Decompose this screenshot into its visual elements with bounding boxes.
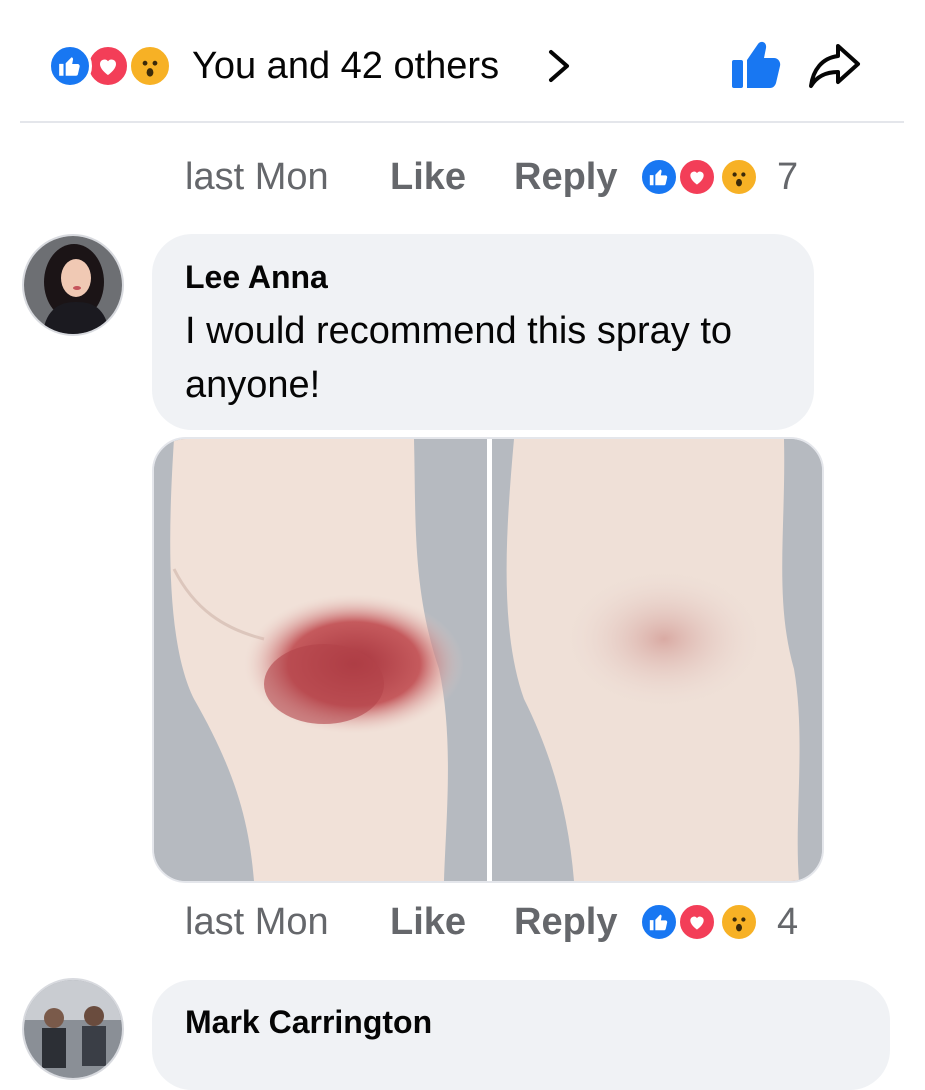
comment-timestamp: last Mon xyxy=(185,156,329,198)
reply-button[interactable]: Reply xyxy=(514,152,617,202)
wow-reaction-icon xyxy=(719,902,759,942)
comment-bubble: Mark Carrington xyxy=(152,980,890,1090)
comment-author[interactable]: Lee Anna xyxy=(185,259,328,296)
reply-button[interactable]: Reply xyxy=(514,897,617,947)
like-reaction-icon xyxy=(639,902,679,942)
share-arrow-icon[interactable] xyxy=(806,40,862,92)
comment-author[interactable]: Mark Carrington xyxy=(185,1004,432,1041)
wow-reaction-icon xyxy=(719,157,759,197)
comment-photo[interactable] xyxy=(152,437,824,883)
like-button[interactable]: Like xyxy=(390,152,466,202)
avatar[interactable] xyxy=(22,234,124,336)
comment-actions-row: last Mon Like Reply 7 xyxy=(185,152,825,202)
like-reaction-icon xyxy=(639,157,679,197)
like-reaction-icon xyxy=(48,44,92,88)
love-reaction-icon xyxy=(677,157,717,197)
comment-actions-row: last Mon Like Reply 4 xyxy=(185,897,825,947)
love-reaction-icon xyxy=(677,902,717,942)
wow-reaction-icon xyxy=(128,44,172,88)
love-reaction-icon xyxy=(86,44,130,88)
comment-reactions[interactable] xyxy=(639,157,769,197)
comment-text: I would recommend this spray to anyone! xyxy=(185,310,733,406)
comment-timestamp: last Mon xyxy=(185,901,329,943)
like-button[interactable]: Like xyxy=(390,897,466,947)
chevron-right-icon[interactable] xyxy=(542,48,576,84)
divider xyxy=(20,121,904,123)
comment-bubble: Lee Anna I would recommend this spray to… xyxy=(152,234,814,430)
reaction-summary-bar: You and 42 others xyxy=(0,0,925,123)
reaction-summary-text[interactable]: You and 42 others xyxy=(192,42,499,90)
thumbs-up-icon[interactable] xyxy=(728,38,782,92)
reaction-count: 7 xyxy=(777,156,799,198)
avatar[interactable] xyxy=(22,978,124,1080)
reaction-icons[interactable] xyxy=(48,44,178,88)
reaction-count: 4 xyxy=(777,901,799,943)
comment-reactions[interactable] xyxy=(639,902,769,942)
before-after-knee-photo xyxy=(154,439,822,881)
